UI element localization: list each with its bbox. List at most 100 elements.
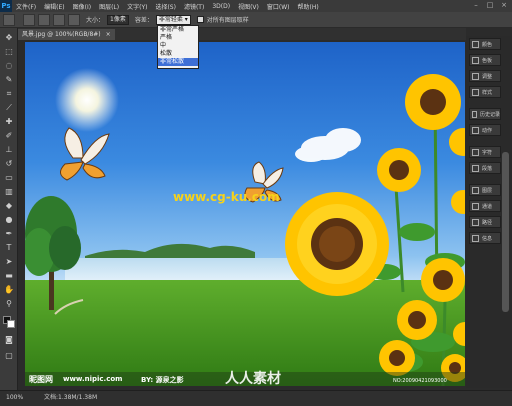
brush-tool-icon[interactable]: ✐	[3, 130, 15, 141]
tolerance-dropdown: 非常严格 严格 中 松散 非常松散	[157, 25, 199, 69]
crop-tool-icon[interactable]: ⌗	[3, 88, 15, 99]
quick-select-tool-icon[interactable]: ✎	[3, 74, 15, 85]
panel-history[interactable]: 历史记录	[469, 108, 501, 120]
panel-label: 通道	[482, 203, 493, 210]
sunflower-mid	[377, 148, 421, 192]
menu-layer[interactable]: 图层(L)	[95, 2, 123, 11]
menu-window[interactable]: 窗口(W)	[263, 2, 294, 11]
menu-view[interactable]: 视图(V)	[234, 2, 263, 11]
menu-image[interactable]: 图像(I)	[69, 2, 95, 11]
gradient-tool-icon[interactable]: ▥	[3, 186, 15, 197]
tolerance-label: 容差：	[134, 17, 153, 24]
paths-icon	[472, 218, 479, 226]
panel-styles[interactable]: 样式	[469, 86, 501, 98]
size-label: 大小：	[86, 17, 105, 24]
panel-paragraph[interactable]: 段落	[469, 162, 501, 174]
panel-label: 调整	[482, 73, 493, 80]
pen-tool-icon[interactable]: ✒	[3, 228, 15, 239]
paragraph-icon	[472, 164, 479, 172]
intersect-selection-icon[interactable]	[68, 13, 80, 26]
tab-close-icon[interactable]: ×	[106, 31, 111, 38]
panel-color[interactable]: 颜色	[469, 38, 501, 50]
menu-file[interactable]: 文件(F)	[12, 2, 40, 11]
document-canvas[interactable]: www.cg-ku.com 昵图网 www.nipic.com BY: 源泉之影…	[25, 42, 465, 386]
panel-info[interactable]: 信息	[469, 232, 501, 244]
site-watermark: www.cg-ku.com	[173, 190, 280, 204]
subtract-selection-icon[interactable]	[53, 13, 65, 26]
sunflower-top	[405, 74, 461, 130]
vertical-scrollbar[interactable]	[502, 152, 509, 312]
menu-help[interactable]: 帮助(H)	[294, 2, 323, 11]
menu-select[interactable]: 选择(S)	[151, 2, 180, 11]
lasso-tool-icon[interactable]: ◌	[3, 60, 15, 71]
dropdown-item[interactable]: 严格	[158, 34, 198, 42]
panel-paths[interactable]: 路径	[469, 216, 501, 228]
cloud	[295, 128, 361, 162]
minimize-icon[interactable]: –	[470, 1, 482, 10]
menu-3d[interactable]: 3D(D)	[208, 3, 234, 10]
dropdown-item-selected[interactable]: 非常松散	[158, 58, 198, 66]
blur-tool-icon[interactable]: ◆	[3, 200, 15, 211]
menu-bar: Ps 文件(F) 编辑(E) 图像(I) 图层(L) 文字(Y) 选择(S) 滤…	[0, 0, 512, 12]
eyedropper-tool-icon[interactable]: ⟋	[3, 102, 15, 113]
shape-tool-icon[interactable]: ▬	[3, 270, 15, 281]
dropdown-item[interactable]: 非常严格	[158, 26, 198, 34]
zoom-level[interactable]: 100%	[6, 391, 23, 405]
screen-mode-icon[interactable]: ▢	[3, 350, 15, 361]
clone-stamp-tool-icon[interactable]: ⊥	[3, 144, 15, 155]
path-select-tool-icon[interactable]: ➤	[3, 256, 15, 267]
menu-edit[interactable]: 编辑(E)	[40, 2, 68, 11]
sunflower-right-edge	[449, 128, 465, 214]
panel-label: 信息	[482, 235, 493, 242]
document-tab[interactable]: 风景.jpg @ 100%(RGB/8#) ×	[18, 29, 115, 40]
panel-label: 色板	[482, 57, 493, 64]
author-credit: BY: 源泉之影	[141, 376, 184, 384]
panel-label: 动作	[482, 127, 493, 134]
move-tool-icon[interactable]: ✥	[3, 32, 15, 43]
history-brush-tool-icon[interactable]: ↺	[3, 158, 15, 169]
hand-tool-icon[interactable]: ✋	[3, 284, 15, 295]
dodge-tool-icon[interactable]: ●	[3, 214, 15, 225]
size-select[interactable]: 1像素	[107, 14, 129, 25]
tolerance-select[interactable]: 非常轻柔 ▾	[155, 14, 191, 25]
new-selection-icon[interactable]	[23, 13, 35, 26]
document-size: 文档:1.38M/1.38M	[44, 394, 98, 401]
eraser-tool-icon[interactable]: ▭	[3, 172, 15, 183]
panel-label: 段落	[482, 165, 493, 172]
panel-character[interactable]: 字符	[469, 146, 501, 158]
nipic-logo: 昵图网	[29, 375, 53, 384]
color-swatches-icon[interactable]	[3, 316, 15, 328]
maximize-icon[interactable]: □	[484, 1, 496, 10]
layers-icon	[472, 186, 479, 194]
zoom-tool-icon[interactable]: ⚲	[3, 298, 15, 309]
menu-filter[interactable]: 滤镜(T)	[180, 2, 208, 11]
document-tab-bar: 风景.jpg @ 100%(RGB/8#) ×	[18, 28, 466, 40]
panel-adjustments[interactable]: 调整	[469, 70, 501, 82]
dropdown-item[interactable]: 中	[158, 42, 198, 50]
styles-icon	[472, 88, 479, 96]
status-bar: 100% 文档:1.38M/1.38M	[0, 390, 512, 406]
panel-actions[interactable]: 动作	[469, 124, 501, 136]
history-icon	[472, 110, 477, 118]
hills	[85, 243, 255, 260]
quick-mask-icon[interactable]: ◙	[3, 334, 15, 345]
tool-preset-icon[interactable]	[3, 13, 15, 26]
panel-swatches[interactable]: 色板	[469, 54, 501, 66]
swatches-icon	[472, 56, 479, 64]
sample-all-layers-checkbox[interactable]	[196, 16, 204, 23]
dropdown-item[interactable]: 松散	[158, 50, 198, 58]
panel-channels[interactable]: 通道	[469, 200, 501, 212]
marquee-tool-icon[interactable]: ⬚	[3, 46, 15, 57]
menu-type[interactable]: 文字(Y)	[123, 2, 151, 11]
tools-panel: ✥ ⬚ ◌ ✎ ⌗ ⟋ ✚ ✐ ⊥ ↺ ▭ ▥ ◆ ● ✒ T ➤ ▬ ✋ ⚲ …	[0, 28, 18, 390]
panel-layers[interactable]: 图层	[469, 184, 501, 196]
type-tool-icon[interactable]: T	[3, 242, 15, 253]
butterfly-left	[60, 127, 110, 181]
close-icon[interactable]: ×	[498, 1, 510, 10]
panel-label: 样式	[482, 89, 493, 96]
options-bar: 大小： 1像素 容差： 非常轻柔 ▾ 对所有图层取样	[0, 12, 512, 28]
sample-all-layers-label: 对所有图层取样	[206, 17, 249, 24]
add-selection-icon[interactable]	[38, 13, 50, 26]
healing-brush-tool-icon[interactable]: ✚	[3, 116, 15, 127]
adjustments-icon	[472, 72, 479, 80]
